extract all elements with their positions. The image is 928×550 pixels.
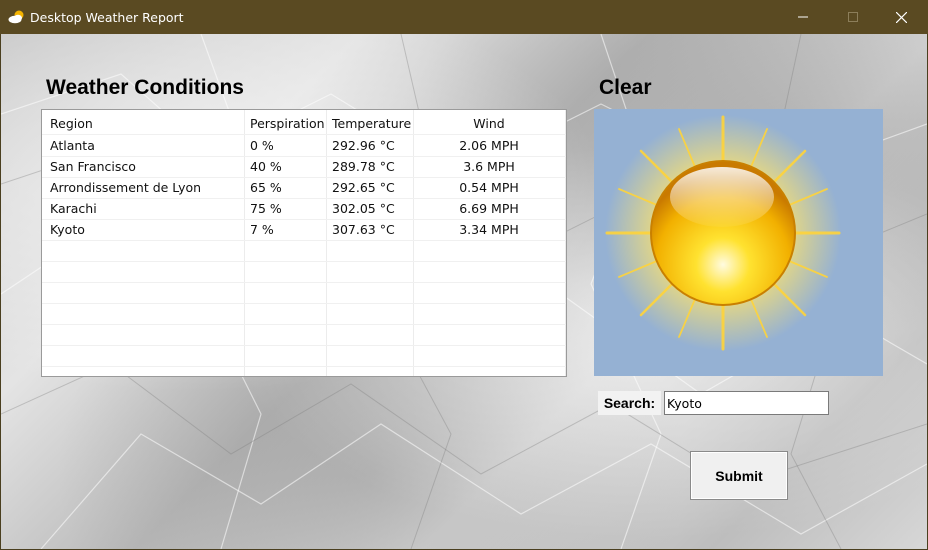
cell-wind: 3.6 MPH	[463, 159, 515, 174]
cell-temperature: 302.05 °C	[332, 201, 395, 216]
window-title: Desktop Weather Report	[30, 10, 184, 25]
cell-wind: 3.34 MPH	[459, 222, 519, 237]
table-row[interactable]: San Francisco 40 % 289.78 °C 3.6 MPH	[42, 156, 566, 178]
cell-region: Kyoto	[50, 222, 85, 237]
cell-wind: 6.69 MPH	[459, 201, 519, 216]
column-header-region[interactable]: Region	[50, 113, 93, 134]
empty-row	[42, 303, 566, 325]
submit-button[interactable]: Submit	[690, 451, 788, 500]
table-row[interactable]: Kyoto 7 % 307.63 °C 3.34 MPH	[42, 219, 566, 241]
weather-conditions-heading: Weather Conditions	[46, 76, 244, 99]
cell-region: Atlanta	[50, 138, 95, 153]
empty-row	[42, 240, 566, 262]
cell-temperature: 292.96 °C	[332, 138, 395, 153]
cell-perspiration: 7 %	[250, 222, 274, 237]
table-header-row: Region Perspiration Temperature Wind	[42, 113, 566, 135]
table-row[interactable]: Arrondissement de Lyon 65 % 292.65 °C 0.…	[42, 177, 566, 199]
minimize-icon	[798, 16, 808, 18]
search-label: Search:	[598, 391, 661, 415]
cell-perspiration: 75 %	[250, 201, 282, 216]
table-row[interactable]: Atlanta 0 % 292.96 °C 2.06 MPH	[42, 135, 566, 157]
weather-table[interactable]: Region Perspiration Temperature Wind Atl…	[41, 109, 567, 377]
cell-wind: 2.06 MPH	[459, 138, 519, 153]
empty-row	[42, 282, 566, 304]
column-header-wind[interactable]: Wind	[414, 113, 564, 134]
minimize-button[interactable]	[780, 0, 826, 34]
table-row[interactable]: Karachi 75 % 302.05 °C 6.69 MPH	[42, 198, 566, 220]
cell-region: Karachi	[50, 201, 97, 216]
title-bar: Desktop Weather Report	[0, 0, 928, 34]
window-client-area: Weather Conditions Clear Region Perspira…	[1, 34, 927, 549]
cell-temperature: 292.65 °C	[332, 180, 395, 195]
cell-perspiration: 0 %	[250, 138, 274, 153]
condition-heading: Clear	[599, 76, 652, 99]
weather-image	[594, 109, 883, 376]
maximize-button[interactable]	[830, 0, 876, 34]
column-header-perspiration[interactable]: Perspiration	[250, 113, 325, 134]
cloud-sun-icon	[8, 10, 24, 24]
empty-row	[42, 261, 566, 283]
empty-row	[42, 345, 566, 367]
empty-row	[42, 324, 566, 346]
close-button[interactable]	[878, 0, 924, 34]
cell-temperature: 307.63 °C	[332, 222, 395, 237]
cell-perspiration: 40 %	[250, 159, 282, 174]
cell-region: Arrondissement de Lyon	[50, 180, 202, 195]
cell-wind: 0.54 MPH	[459, 180, 519, 195]
close-icon	[895, 11, 907, 23]
sun-icon	[605, 115, 841, 351]
cell-temperature: 289.78 °C	[332, 159, 395, 174]
maximize-icon	[848, 12, 858, 22]
cell-perspiration: 65 %	[250, 180, 282, 195]
cell-region: San Francisco	[50, 159, 136, 174]
search-input[interactable]	[664, 391, 829, 415]
column-header-temperature[interactable]: Temperature	[332, 113, 411, 134]
